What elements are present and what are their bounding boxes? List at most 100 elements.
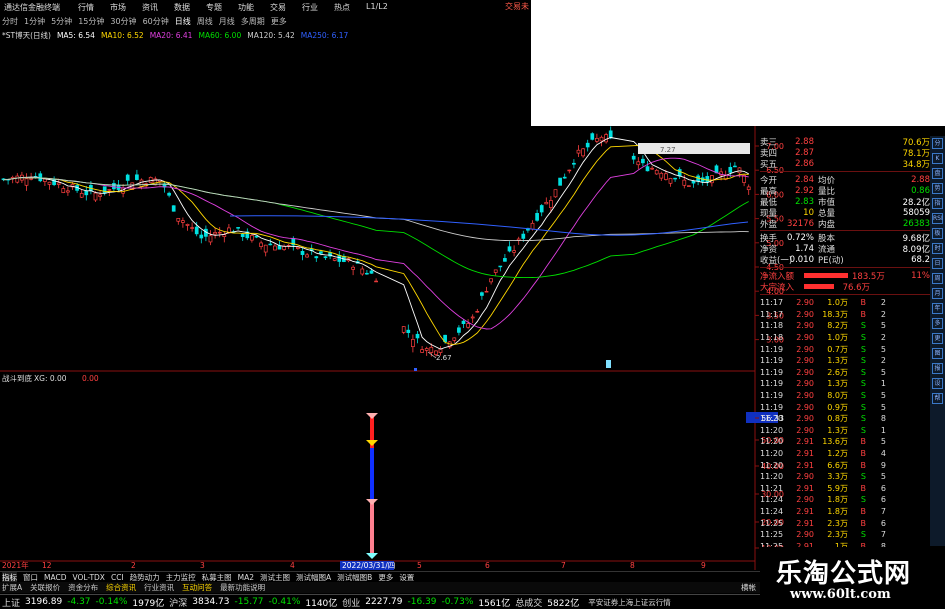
- side-tool-icon[interactable]: 势: [932, 183, 943, 194]
- tick-row: 11:20 2.90 3.3万 S 5: [760, 471, 930, 483]
- candle-body: [401, 326, 406, 333]
- side-tool-icon[interactable]: 周: [932, 273, 943, 284]
- indicator-tabs: 指标 窗口 MACD VOL-TDX CCI 趋势动力 主力监控 私募主图 MA2 测试主图 测试幅…: [0, 571, 760, 583]
- tick-time: 11:18: [760, 321, 784, 331]
- indicator-tab[interactable]: 设置: [399, 572, 414, 583]
- extension-tab[interactable]: 最新功能说明: [220, 582, 265, 593]
- indicator-tab[interactable]: 指标: [2, 571, 17, 583]
- candle-body: [167, 192, 171, 196]
- tick-price: 2.90: [796, 414, 814, 424]
- candle-body: [66, 190, 70, 193]
- stat-row: 最低 2.83 市值 28.2亿: [760, 196, 930, 208]
- extension-tab[interactable]: 互动问答: [182, 582, 212, 593]
- tick-side: S: [860, 402, 866, 412]
- tick-side: S: [860, 472, 866, 482]
- tick-time: 11:20: [760, 460, 784, 470]
- candle-body: [323, 256, 328, 259]
- tick-count: 5: [880, 472, 886, 482]
- extension-tab[interactable]: 资金分布: [68, 582, 98, 593]
- indicator-tab[interactable]: 测试幅图A: [296, 572, 331, 583]
- date-cursor: 2022/03/31/四: [342, 561, 395, 570]
- tick-side: S: [860, 530, 866, 540]
- date-label: 5: [417, 561, 422, 570]
- side-tool-icon[interactable]: 分: [932, 138, 943, 149]
- tick-side: S: [860, 321, 866, 331]
- extension-tab[interactable]: 扩展A: [2, 582, 22, 593]
- extension-tab[interactable]: 综合资讯: [106, 582, 136, 593]
- indicator-tab[interactable]: CCI: [111, 573, 124, 582]
- candle-body: [305, 254, 309, 258]
- indicator-tab[interactable]: MA2: [238, 573, 254, 582]
- side-tool-icon[interactable]: RSI: [932, 213, 943, 224]
- candle-body: [135, 174, 139, 180]
- tick-row: 11:19 2.90 8.0万 S 5: [760, 390, 930, 402]
- candle-body: [213, 232, 217, 235]
- index-label[interactable]: 总成交: [515, 596, 542, 609]
- candle-body: [512, 250, 516, 253]
- indicator-tab[interactable]: MACD: [44, 573, 66, 582]
- tick-time: 11:25: [760, 530, 784, 540]
- side-tool-icon[interactable]: 指: [932, 198, 943, 209]
- indicator-tab[interactable]: 窗口: [23, 572, 38, 583]
- side-tool-icon[interactable]: 报: [932, 363, 943, 374]
- candle-body: [185, 223, 190, 226]
- ma5-line: [3, 137, 749, 350]
- side-tool-icon[interactable]: 年: [932, 303, 943, 314]
- side-tool-icon[interactable]: K: [932, 153, 943, 164]
- candle-body: [365, 272, 369, 275]
- low-price-label: 2.67: [436, 354, 452, 362]
- tick-volume: 1.2万: [827, 449, 848, 459]
- candle-body: [631, 155, 636, 160]
- layout-toggle[interactable]: 横帐: [741, 582, 756, 593]
- indicator-tab[interactable]: VOL-TDX: [72, 573, 104, 582]
- side-tool-icon[interactable]: 月: [932, 288, 943, 299]
- side-tool-icon[interactable]: 设: [932, 378, 943, 389]
- candle-body: [47, 181, 52, 185]
- date-label: 3: [200, 561, 205, 570]
- tick-volume: 0.8万: [827, 414, 848, 424]
- candle-body: [576, 149, 581, 154]
- indicator-tab[interactable]: 测试幅图B: [337, 572, 372, 583]
- tick-row: 11:18 2.90 8.2万 S 5: [760, 320, 930, 332]
- candle-body: [595, 138, 599, 142]
- candle-body: [710, 175, 714, 184]
- extension-tab[interactable]: 行业资讯: [144, 582, 174, 593]
- tick-price: 2.90: [796, 425, 814, 435]
- side-tool-icon[interactable]: 时: [932, 243, 943, 254]
- side-tool-icon[interactable]: 帮: [932, 393, 943, 404]
- side-tool-icon[interactable]: 板: [932, 228, 943, 239]
- indicator-tab[interactable]: 测试主图: [260, 572, 290, 583]
- tick-row: 11:20 2.90 0.8万 S 8: [760, 413, 930, 425]
- index-label[interactable]: 上证: [2, 596, 20, 609]
- candle-body: [125, 174, 130, 181]
- tick-side: S: [860, 356, 866, 366]
- index-label[interactable]: 沪深: [169, 596, 187, 609]
- tick-row: 11:19 2.90 0.9万 S 5: [760, 401, 930, 413]
- date-label: 7: [561, 561, 566, 570]
- candle-body: [374, 280, 378, 283]
- tick-price: 2.90: [796, 367, 814, 377]
- side-tool-icon[interactable]: 盘: [932, 168, 943, 179]
- side-tool-icon[interactable]: 多: [932, 318, 943, 329]
- candle-body: [608, 130, 613, 139]
- indicator-tab[interactable]: 更多: [378, 572, 393, 583]
- tick-side: B: [860, 506, 867, 516]
- side-tool-icon[interactable]: 日: [932, 258, 943, 269]
- extension-tab[interactable]: 关联报价: [30, 582, 60, 593]
- stat-value: 28.2亿: [902, 197, 930, 208]
- indicator-tab[interactable]: 主力监控: [166, 572, 196, 583]
- tick-price: 2.90: [796, 472, 814, 482]
- indicator-tab[interactable]: 私募主图: [202, 572, 232, 583]
- side-tool-icon[interactable]: 图: [932, 348, 943, 359]
- tick-count: 2: [880, 309, 886, 319]
- tick-count: 2: [880, 333, 886, 343]
- index-amount: 1979亿: [132, 598, 165, 609]
- candle-body: [521, 233, 526, 239]
- indicator-tab[interactable]: 趋势动力: [130, 572, 160, 583]
- candle-body: [79, 193, 84, 198]
- index-label[interactable]: 创业: [342, 596, 360, 609]
- divider: [760, 267, 930, 268]
- tick-volume: 6.6万: [827, 460, 848, 470]
- tick-count: 1: [880, 425, 886, 435]
- side-tool-icon[interactable]: 更: [932, 333, 943, 344]
